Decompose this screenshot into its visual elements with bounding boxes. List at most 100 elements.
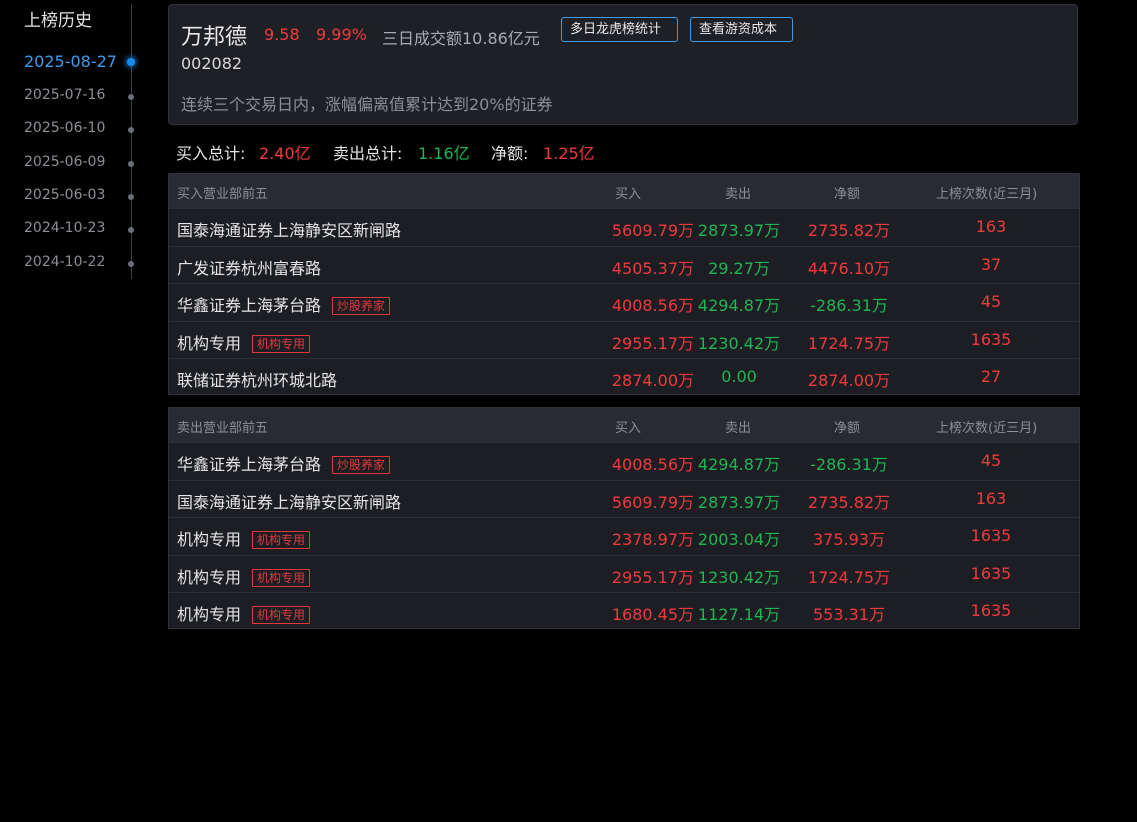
table-header: 卖出营业部前五 买入 卖出 净额 上榜次数(近三月) [169,408,1079,442]
stock-change-pct: 9.99% [316,25,367,44]
buy-amount: 2874.00万 [611,371,694,390]
table-row[interactable]: 机构专用 机构专用 1680.45万 1127.14万 553.31万 1635 [169,592,1079,629]
listing-count: 163 [975,217,1007,236]
net-amount: -286.31万 [810,296,888,315]
history-date-item[interactable]: 2024-10-22 [24,254,105,270]
table-row[interactable]: 机构专用 机构专用 2378.97万 2003.04万 375.93万 1635 [169,517,1079,554]
timeline-dot-active [127,58,135,66]
listing-reason: 连续三个交易日内，涨幅偏离值累计达到20%的证券 [181,95,553,114]
sell-amount: 2003.04万 [697,530,781,549]
branch-name[interactable]: 机构专用 [177,605,241,624]
branch-name[interactable]: 机构专用 [177,530,241,549]
branch-name[interactable]: 联储证券杭州环城北路 [177,371,337,390]
branch-name-cell: 机构专用 机构专用 [177,526,311,550]
app-root: 上榜历史 2025-08-27 2025-07-16 2025-06-10 2025-… [0,0,1137,822]
sell-amount: 2873.97万 [697,221,781,240]
table-row[interactable]: 机构专用 机构专用 2955.17万 1230.42万 1724.75万 1635 [169,554,1079,592]
net-amount: 2735.82万 [807,221,891,240]
branch-tag-badge: 机构专用 [252,334,311,353]
history-date-item[interactable]: 2025-06-09 [24,154,105,170]
branch-name-cell: 广发证券杭州富春路 [177,255,321,279]
multi-day-stats-button[interactable]: 多日龙虎榜统计 [561,17,678,42]
sell-amount: 1127.14万 [697,605,781,624]
hot-money-cost-button[interactable]: 查看游资成本 [690,17,793,42]
net-amount: 375.93万 [813,530,885,549]
branch-tag-badge: 机构专用 [252,606,311,624]
sell-amount: 4294.87万 [697,455,781,474]
listing-count: 1635 [970,601,1012,620]
stock-header-card: 万邦德 9.58 9.99% 三日成交额10.86亿元 多日龙虎榜统计 查看游资… [168,4,1078,125]
branch-name[interactable]: 华鑫证券上海茅台路 [177,296,321,315]
history-date-item[interactable]: 2025-07-16 [24,87,105,103]
timeline-dot [128,94,134,100]
sell-amount: 29.27万 [708,258,770,278]
table-row[interactable]: 机构专用 机构专用 2955.17万 1230.42万 1724.75万 1635 [169,320,1079,358]
branch-name-cell: 机构专用 机构专用 [177,564,311,588]
sell-amount: 1230.42万 [697,567,781,587]
branch-name[interactable]: 广发证券杭州富春路 [177,259,321,278]
branch-name-cell: 联储证券杭州环城北路 [177,367,337,391]
net-amount: 4476.10万 [807,258,891,278]
net-amount: 553.31万 [813,605,885,624]
branch-name[interactable]: 国泰海通证券上海静安区新闸路 [177,221,401,240]
buy-amount: 1680.45万 [611,605,694,624]
buy-amount: 2378.97万 [611,530,694,549]
header-branch: 卖出营业部前五 [177,421,269,436]
listing-count: 27 [980,367,1002,386]
buy-amount: 5609.79万 [611,221,694,240]
header-count: 上榜次数(近三月) [936,187,1038,202]
history-date-item[interactable]: 2025-06-03 [24,187,105,203]
branch-tag-badge: 机构专用 [252,568,311,587]
branch-name[interactable]: 国泰海通证券上海静安区新闸路 [177,493,401,512]
listing-count: 45 [980,292,1002,311]
branch-name-cell: 华鑫证券上海茅台路 炒股养家 [177,292,391,316]
buy-branches-table: 买入营业部前五 买入 卖出 净额 上榜次数(近三月) 国泰海通证券上海静安区新闸… [168,173,1080,395]
branch-tag-badge: 机构专用 [252,531,311,549]
sell-total-value: 1.16亿 [418,144,470,163]
header-sell: 卖出 [725,187,752,202]
stock-price: 9.58 [264,25,300,44]
net-total-label: 净额: [491,144,529,163]
timeline-dot [128,127,134,133]
timeline-dot [128,227,134,233]
sell-amount: 2873.97万 [697,492,781,512]
net-amount: 1724.75万 [807,333,891,353]
timeline-dot [128,161,134,167]
sidebar-title: 上榜历史 [24,11,92,31]
history-date-item[interactable]: 2025-06-10 [24,120,105,136]
buy-amount: 5609.79万 [611,492,694,512]
listing-count: 1635 [970,329,1012,349]
history-date-item[interactable]: 2025-08-27 [24,52,117,71]
listing-count: 1635 [970,563,1012,583]
sell-branches-table: 卖出营业部前五 买入 卖出 净额 上榜次数(近三月) 华鑫证券上海茅台路 炒股养家… [168,407,1080,629]
table-row[interactable]: 国泰海通证券上海静安区新闸路 5609.79万 2873.97万 2735.82万 16… [169,479,1079,517]
buy-amount: 4008.56万 [611,455,694,474]
history-date-item[interactable]: 2024-10-23 [24,220,105,236]
table-row[interactable]: 联储证券杭州环城北路 2874.00万 0.00 2874.00万 27 [169,358,1079,395]
table-row[interactable]: 华鑫证券上海茅台路 炒股养家 4008.56万 4294.87万 -286.31万 45 [169,442,1079,479]
stock-name: 万邦德 [181,25,248,50]
buy-amount: 2955.17万 [611,567,694,587]
branch-name-cell: 机构专用 机构专用 [177,601,311,625]
branch-name-cell: 华鑫证券上海茅台路 炒股养家 [177,451,391,475]
timeline-line [131,4,132,279]
branch-name[interactable]: 机构专用 [177,568,241,587]
header-buy: 买入 [615,421,642,436]
buy-amount: 4505.37万 [611,258,694,278]
listing-count: 45 [980,451,1002,470]
net-total-value: 1.25亿 [543,144,595,163]
table-row[interactable]: 国泰海通证券上海静安区新闸路 5609.79万 2873.97万 2735.82万 16… [169,208,1079,245]
listing-count: 1635 [970,526,1012,545]
net-amount: 2874.00万 [807,371,891,390]
header-sell: 卖出 [725,421,752,436]
sell-total-label: 卖出总计: [333,144,403,163]
branch-name[interactable]: 机构专用 [177,334,241,353]
buy-amount: 2955.17万 [611,333,694,353]
net-amount: 1724.75万 [807,567,891,587]
branch-name[interactable]: 华鑫证券上海茅台路 [177,455,321,474]
table-row[interactable]: 广发证券杭州富春路 4505.37万 29.27万 4476.10万 37 [169,245,1079,283]
header-net: 净额 [834,421,861,436]
table-row[interactable]: 华鑫证券上海茅台路 炒股养家 4008.56万 4294.87万 -286.31万 45 [169,283,1079,320]
net-amount: 2735.82万 [807,492,891,512]
header-branch: 买入营业部前五 [177,187,269,202]
